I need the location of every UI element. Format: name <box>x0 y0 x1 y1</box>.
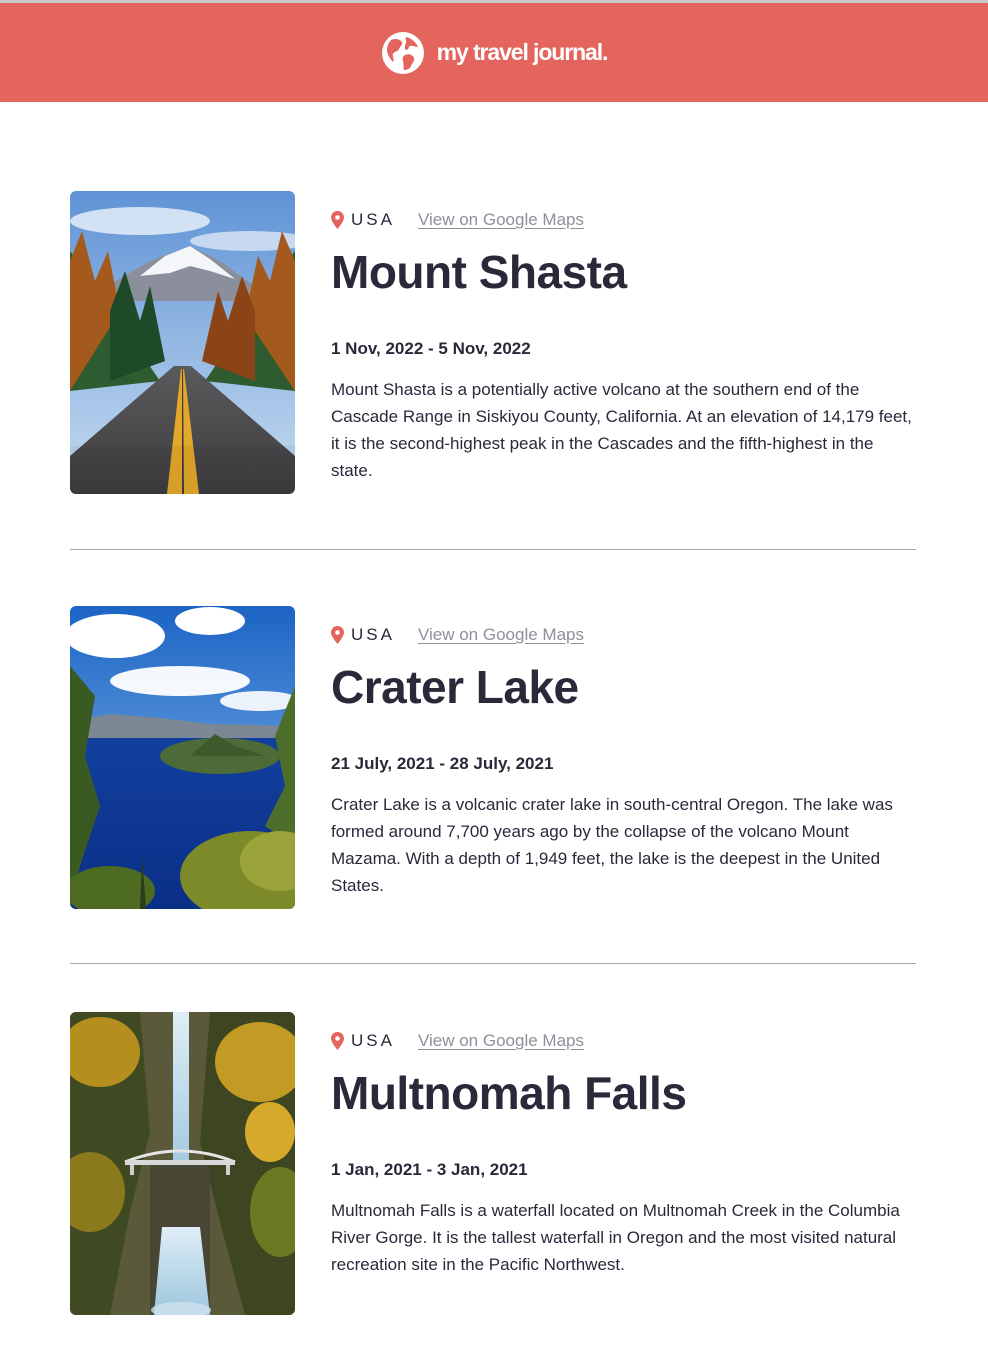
location-row: USA View on Google Maps <box>331 1030 584 1052</box>
entry-description: Multnomah Falls is a waterfall located o… <box>331 1201 900 1274</box>
entry-divider <box>70 549 916 550</box>
entry-title: Mount Shasta <box>331 246 627 298</box>
entry-dates: 21 July, 2021 - 28 July, 2021 <box>331 754 554 773</box>
google-maps-link[interactable]: View on Google Maps <box>418 625 584 645</box>
google-maps-link[interactable]: View on Google Maps <box>418 1031 584 1051</box>
journal-entry: USA View on Google Maps Multnomah Falls … <box>70 1012 916 1315</box>
entry-photo <box>70 1012 295 1315</box>
journal-entry: USA View on Google Maps Mount Shasta 1 N… <box>70 191 916 494</box>
entry-dates: 1 Nov, 2022 - 5 Nov, 2022 <box>331 339 531 358</box>
entry-country: USA <box>351 1031 395 1050</box>
app-title: my travel journal. <box>436 39 609 65</box>
entry-photo <box>70 191 295 494</box>
google-maps-link[interactable]: View on Google Maps <box>418 210 584 230</box>
entry-description: Crater Lake is a volcanic crater lake in… <box>331 795 893 895</box>
entry-title: Multnomah Falls <box>331 1067 687 1119</box>
location-pin-icon <box>331 211 344 229</box>
entry-dates: 1 Jan, 2021 - 3 Jan, 2021 <box>331 1160 528 1179</box>
entry-description: Mount Shasta is a potentially active vol… <box>331 380 912 480</box>
entry-title: Crater Lake <box>331 661 579 713</box>
brand: my travel journal. <box>381 31 608 75</box>
globe-icon <box>381 31 424 74</box>
location-pin-icon <box>331 1032 344 1050</box>
entry-photo <box>70 606 295 909</box>
entry-country: USA <box>351 625 395 644</box>
entry-divider <box>70 963 916 964</box>
entry-country: USA <box>351 210 395 229</box>
location-pin-icon <box>331 626 344 644</box>
app-header: my travel journal. <box>0 3 988 102</box>
location-row: USA View on Google Maps <box>331 209 584 231</box>
location-row: USA View on Google Maps <box>331 624 584 646</box>
journal-entry: USA View on Google Maps Crater Lake 21 J… <box>70 606 916 909</box>
